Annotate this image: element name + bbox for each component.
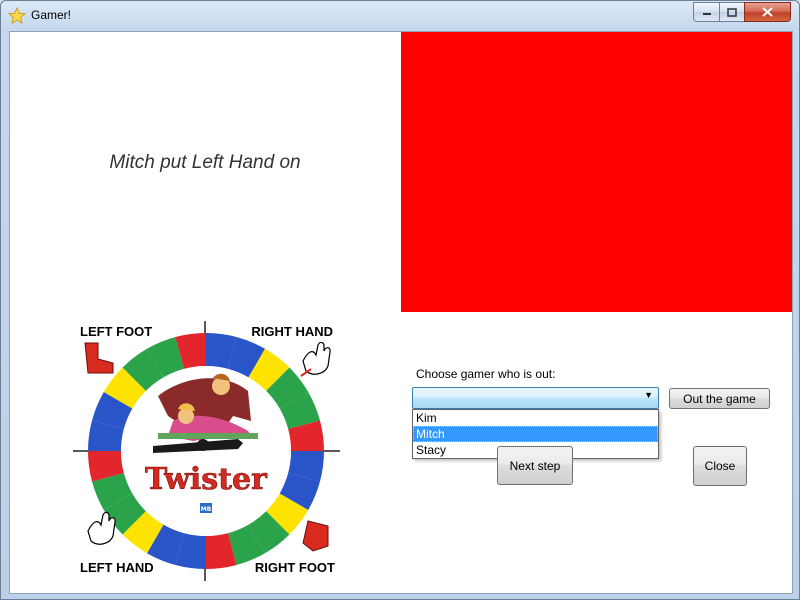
close-button[interactable]: Close — [693, 446, 747, 486]
label-left-hand: LEFT HAND — [80, 560, 154, 575]
mb-logo-text: MB — [201, 506, 212, 513]
choose-gamer-label: Choose gamer who is out: — [416, 367, 556, 381]
next-step-button[interactable]: Next step — [497, 446, 573, 485]
right-foot-icon — [302, 520, 329, 552]
minimize-icon — [702, 13, 711, 15]
color-panel — [401, 32, 792, 312]
dropdown-arrow-icon[interactable]: ▼ — [644, 390, 653, 400]
label-right-hand: RIGHT HAND — [251, 324, 333, 339]
out-the-game-button[interactable]: Out the game — [669, 388, 770, 409]
dropdown-option-kim[interactable]: Kim — [413, 410, 658, 426]
dropdown-option-mitch[interactable]: Mitch — [413, 426, 658, 442]
gamer-combobox[interactable]: ▼ — [412, 387, 659, 409]
app-window: Gamer! Mitch put Left Hand on Twister MB… — [0, 0, 800, 600]
label-left-foot: LEFT FOOT — [80, 324, 152, 339]
minimize-button[interactable] — [693, 2, 719, 22]
maximize-icon — [727, 7, 737, 17]
maximize-button[interactable] — [719, 2, 744, 22]
close-icon — [762, 7, 773, 17]
twister-spinner-image: Twister MB LEFT FOOT RIGHT HAND LEFT HAN… — [73, 321, 340, 581]
instruction-text: Mitch put Left Hand on — [109, 152, 301, 173]
window-controls — [693, 2, 791, 22]
star-icon — [8, 7, 26, 25]
window-title: Gamer! — [31, 8, 72, 22]
label-right-foot: RIGHT FOOT — [255, 560, 335, 575]
close-window-button[interactable] — [744, 2, 791, 22]
title-bar[interactable]: Gamer! — [1, 1, 799, 31]
client-area: Mitch put Left Hand on Twister MB LEFT F… — [9, 31, 793, 594]
twister-logo-text: Twister — [145, 462, 268, 497]
